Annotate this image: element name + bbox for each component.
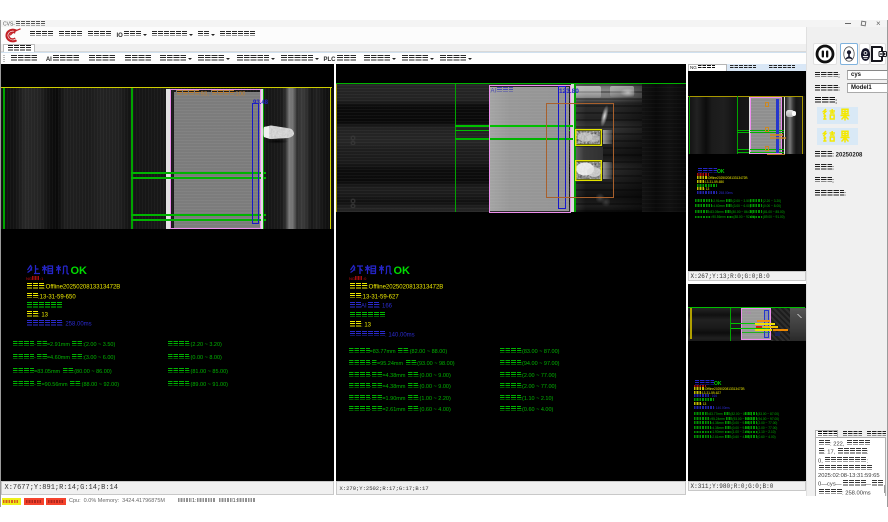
svg-text:OK: OK bbox=[394, 265, 411, 276]
svg-text:OK: OK bbox=[71, 265, 88, 276]
